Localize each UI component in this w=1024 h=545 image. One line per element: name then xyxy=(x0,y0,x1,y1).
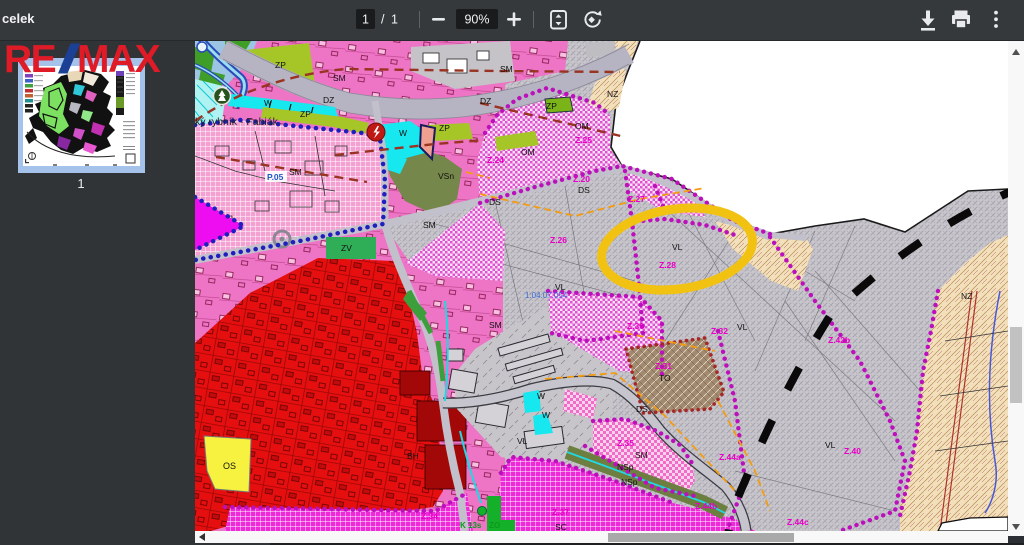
svg-text:Z.24: Z.24 xyxy=(487,155,504,165)
svg-text:K 13s: K 13s xyxy=(460,521,482,530)
svg-text:OM: OM xyxy=(521,147,535,157)
svg-text:W: W xyxy=(264,98,272,108)
svg-text:VSn: VSn xyxy=(438,171,454,181)
svg-text:ký rybník - Fabiák: ký rybník - Fabiák xyxy=(195,116,279,128)
svg-text:Z.35: Z.35 xyxy=(617,438,634,448)
svg-text:Z.31: Z.31 xyxy=(655,361,672,371)
svg-text:SC: SC xyxy=(555,522,567,531)
svg-text:ZP: ZP xyxy=(275,60,286,70)
svg-text:90%: 90% xyxy=(464,13,489,27)
svg-text:VL: VL xyxy=(825,440,836,450)
svg-text:Z.37: Z.37 xyxy=(552,507,569,517)
svg-text:1: 1 xyxy=(362,13,369,27)
svg-text:DS: DS xyxy=(489,197,501,207)
svg-text:Z.25: Z.25 xyxy=(575,135,592,145)
svg-text:DZ: DZ xyxy=(323,95,334,105)
svg-text:DZ: DZ xyxy=(480,96,491,106)
svg-text:VL: VL xyxy=(737,322,748,332)
svg-text:W: W xyxy=(399,128,407,138)
svg-text:1:04.07.054: 1:04.07.054 xyxy=(525,291,568,300)
svg-text:W: W xyxy=(542,410,550,420)
svg-text:ZO: ZO xyxy=(489,521,500,530)
svg-text:Z.30: Z.30 xyxy=(627,321,644,331)
svg-text:1: 1 xyxy=(391,13,398,27)
svg-text:DS: DS xyxy=(578,185,590,195)
svg-text:NSp: NSp xyxy=(617,462,634,472)
svg-text:VL: VL xyxy=(517,436,528,446)
svg-text:RE: RE xyxy=(4,38,56,80)
svg-text:W: W xyxy=(537,391,545,401)
svg-text:Z.44c: Z.44c xyxy=(787,517,809,527)
svg-text:SM: SM xyxy=(333,73,346,83)
svg-text:ZP: ZP xyxy=(439,123,450,133)
svg-text:ZP: ZP xyxy=(300,109,311,119)
svg-text:Z.40: Z.40 xyxy=(844,446,861,456)
svg-text:VL: VL xyxy=(672,242,683,252)
svg-text:MAX: MAX xyxy=(77,38,161,80)
svg-text:P.05: P.05 xyxy=(267,172,284,182)
svg-text:Z.27: Z.27 xyxy=(628,194,645,204)
svg-text:Z.44b: Z.44b xyxy=(695,501,717,511)
svg-text:DS: DS xyxy=(636,404,648,414)
svg-text:BH: BH xyxy=(407,451,419,461)
svg-text:Z.26: Z.26 xyxy=(550,235,567,245)
svg-text:Z.44a: Z.44a xyxy=(719,452,741,462)
svg-text:Z.34: Z.34 xyxy=(421,511,438,521)
svg-text:Z.20: Z.20 xyxy=(573,174,590,184)
svg-text:Z.32: Z.32 xyxy=(711,326,728,336)
svg-text:SM: SM xyxy=(500,64,513,74)
svg-text:/: / xyxy=(381,13,385,27)
svg-text:NZ: NZ xyxy=(607,89,618,99)
svg-text:Z.28: Z.28 xyxy=(659,260,676,270)
svg-text:OM: OM xyxy=(575,121,589,131)
svg-text:SM: SM xyxy=(635,450,648,460)
svg-text:SM: SM xyxy=(289,167,302,177)
svg-text:ZP: ZP xyxy=(546,101,557,111)
svg-text:OS: OS xyxy=(223,461,236,471)
svg-text:SM: SM xyxy=(423,220,436,230)
svg-text:Z.42b: Z.42b xyxy=(828,335,850,345)
svg-text:NZ: NZ xyxy=(961,291,972,301)
svg-text:ZV: ZV xyxy=(341,243,352,253)
svg-text:NSp: NSp xyxy=(621,477,638,487)
svg-text:SM: SM xyxy=(489,320,502,330)
svg-text:TO: TO xyxy=(659,373,671,383)
